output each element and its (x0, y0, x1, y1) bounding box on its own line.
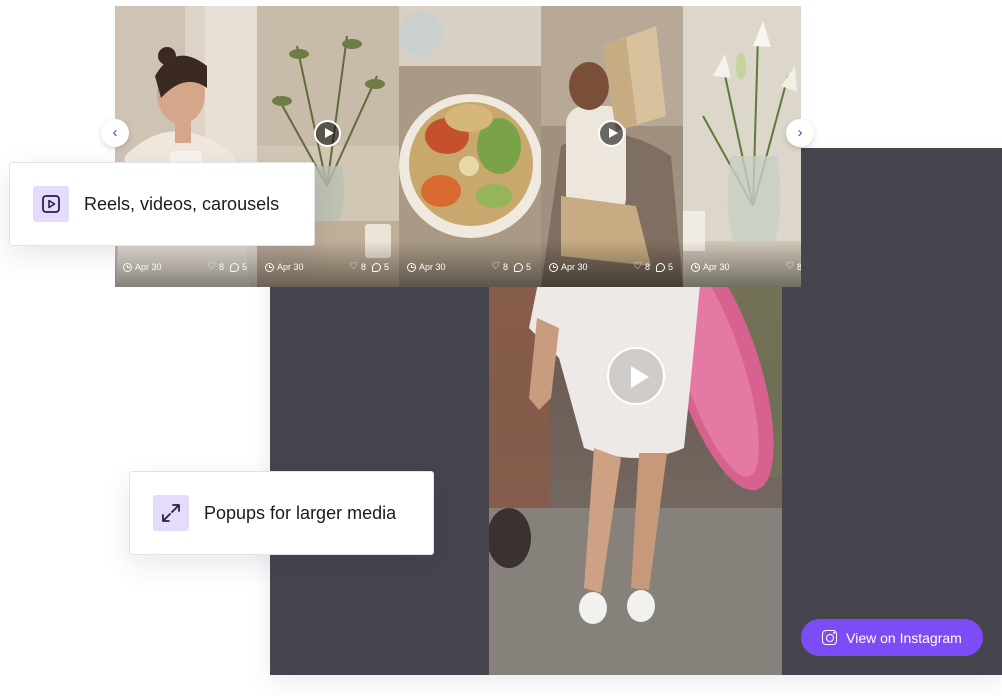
clock-icon (123, 262, 132, 272)
post-date: Apr 30 (277, 262, 304, 272)
post-comments: 5 (383, 262, 389, 272)
comment-icon (229, 262, 239, 272)
view-on-instagram-label: View on Instagram (846, 629, 962, 646)
video-play-icon (33, 186, 69, 222)
chevron-right-icon: › (797, 124, 803, 141)
heart-icon: ♡ (207, 261, 216, 272)
post-likes: 8 (644, 262, 650, 272)
feature-label: Reels, videos, carousels (84, 193, 280, 214)
comment-icon (371, 262, 381, 272)
post-likes: 8 (360, 262, 366, 272)
chevron-left-icon: ‹ (112, 124, 118, 141)
clock-icon (407, 262, 416, 272)
post-comments: 5 (667, 262, 673, 272)
carousel-prev-button[interactable]: ‹ (101, 119, 129, 147)
post-date: Apr 30 (419, 262, 446, 272)
carousel-post[interactable]: Apr 30 ♡ 8 5 (399, 6, 541, 287)
comment-icon (655, 262, 665, 272)
clock-icon (549, 262, 558, 272)
post-date: Apr 30 (703, 262, 730, 272)
carousel-next-button[interactable]: › (786, 119, 814, 147)
instagram-icon (822, 630, 838, 645)
view-on-instagram-button[interactable]: View on Instagram (801, 619, 983, 656)
post-date: Apr 30 (561, 262, 588, 272)
heart-icon: ♡ (349, 261, 358, 272)
post-date: Apr 30 (135, 262, 162, 272)
post-likes: 8 (796, 262, 801, 272)
carousel-post[interactable]: Apr 30 ♡ 8 (683, 6, 801, 287)
clock-icon (265, 262, 274, 272)
carousel-post[interactable]: Apr 30 ♡ 8 5 (541, 6, 683, 287)
play-icon[interactable] (598, 120, 625, 147)
post-likes: 8 (502, 262, 508, 272)
clock-icon (691, 262, 700, 272)
play-icon[interactable] (314, 120, 341, 147)
heart-icon: ♡ (785, 261, 794, 272)
post-likes: 8 (218, 262, 224, 272)
feature-card-reels: Reels, videos, carousels (9, 162, 315, 246)
play-button[interactable] (607, 347, 665, 405)
heart-icon: ♡ (633, 261, 642, 272)
expand-icon (153, 495, 189, 531)
post-comments: 5 (241, 262, 247, 272)
feature-card-popups: Popups for larger media (129, 471, 434, 555)
comment-icon (513, 262, 523, 272)
heart-icon: ♡ (491, 261, 500, 272)
feature-label: Popups for larger media (204, 502, 397, 523)
post-comments: 5 (525, 262, 531, 272)
